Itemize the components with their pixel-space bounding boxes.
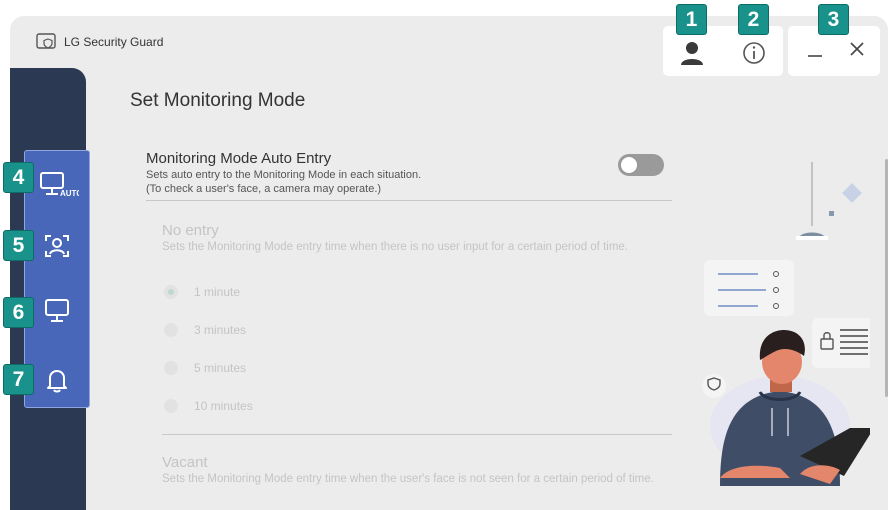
sidebar-item-auto-monitor[interactable]: AUTO [25,161,89,207]
callout-badge-3: 3 [818,4,849,35]
callout-badge-7: 7 [3,364,34,395]
radio-label: 5 minutes [194,361,247,375]
bell-icon [47,370,67,393]
radio-option-10-minutes[interactable]: 10 minutes [164,396,253,416]
auto-entry-toggle[interactable] [618,154,664,176]
callout-badge-6: 6 [3,297,34,328]
auto-entry-description-line1: Sets auto entry to the Monitoring Mode i… [146,169,422,181]
auto-entry-description: Sets auto entry to the Monitoring Mode i… [146,168,526,196]
callout-badge-2: 2 [738,4,769,35]
face-scan-icon [45,235,69,257]
divider [162,434,672,435]
sidebar-item-face[interactable] [25,223,89,269]
radio-button[interactable] [164,323,178,337]
callout-badge-1: 1 [676,4,707,35]
shield-logo-icon [36,33,56,49]
radio-option-3-minutes[interactable]: 3 minutes [164,320,246,340]
app-title: LG Security Guard [64,35,164,49]
sidebar-item-notifications[interactable] [25,357,89,403]
radio-button[interactable] [164,361,178,375]
no-entry-title: No entry [162,222,219,239]
user-illustration [702,162,870,486]
callout-badge-4: 4 [3,162,34,193]
user-profile-icon[interactable] [679,40,705,66]
page-title: Set Monitoring Mode [130,90,306,111]
radio-button-selected[interactable] [164,285,178,299]
toggle-knob [621,157,637,173]
callout-badge-5: 5 [3,230,34,261]
radio-option-5-minutes[interactable]: 5 minutes [164,358,246,378]
sidebar-item-monitor[interactable] [25,287,89,333]
auto-entry-title: Monitoring Mode Auto Entry [146,150,332,167]
info-icon[interactable] [741,40,767,66]
scrollbar[interactable] [885,159,888,397]
app-window: LG Security Guard AUTO [10,16,888,510]
radio-label: 1 minute [194,285,241,299]
no-entry-description: Sets the Monitoring Mode entry time when… [162,241,628,253]
vacant-title: Vacant [162,454,208,471]
auto-entry-description-line2: (To check a user's face, a camera may op… [146,183,382,195]
radio-label: 3 minutes [194,323,247,337]
monitor-icon [45,299,69,322]
minimize-icon[interactable] [806,48,824,62]
divider [146,200,672,201]
radio-label: 10 minutes [194,399,253,413]
close-icon[interactable] [848,40,866,58]
monitor-auto-icon: AUTO [40,172,79,198]
radio-button[interactable] [164,399,178,413]
radio-option-1-minute[interactable]: 1 minute [164,282,240,302]
vacant-description: Sets the Monitoring Mode entry time when… [162,473,654,485]
auto-label: AUTO [60,189,79,198]
